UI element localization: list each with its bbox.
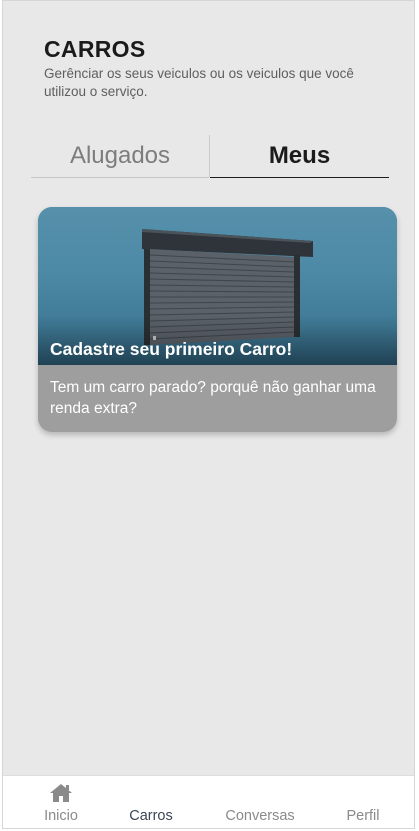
page-title: CARROS [44,36,146,62]
nav-item-carros[interactable]: Carros [111,776,191,828]
nav-item-perfil[interactable]: Perfil [323,776,403,828]
tab-meus[interactable]: Meus [210,135,389,178]
nav-label-conversas: Conversas [225,808,295,824]
tab-alugados[interactable]: Alugados [31,135,209,178]
tab-bar: Alugados Meus [31,135,389,178]
app-frame: CARROS Gerênciar os seus veiculos ou os … [2,0,415,829]
card-title: Cadastre seu primeiro Carro! [50,339,293,359]
card-description: Tem um carro parado? porquê não ganhar u… [50,379,376,417]
home-icon [50,784,72,802]
page-subtitle: Gerênciar os seus veiculos ou os veiculo… [44,66,354,99]
card-image: Cadastre seu primeiro Carro! [38,207,397,365]
bottom-navigation: Inicio Carros Conversas Perfil [3,775,414,828]
nav-label-carros: Carros [129,808,173,824]
nav-item-inicio[interactable]: Inicio [21,776,101,828]
nav-label-inicio: Inicio [44,808,78,824]
nav-item-conversas[interactable]: Conversas [210,776,310,828]
register-car-card[interactable]: Cadastre seu primeiro Carro! Tem um carr… [38,207,397,432]
nav-label-perfil: Perfil [346,808,380,824]
